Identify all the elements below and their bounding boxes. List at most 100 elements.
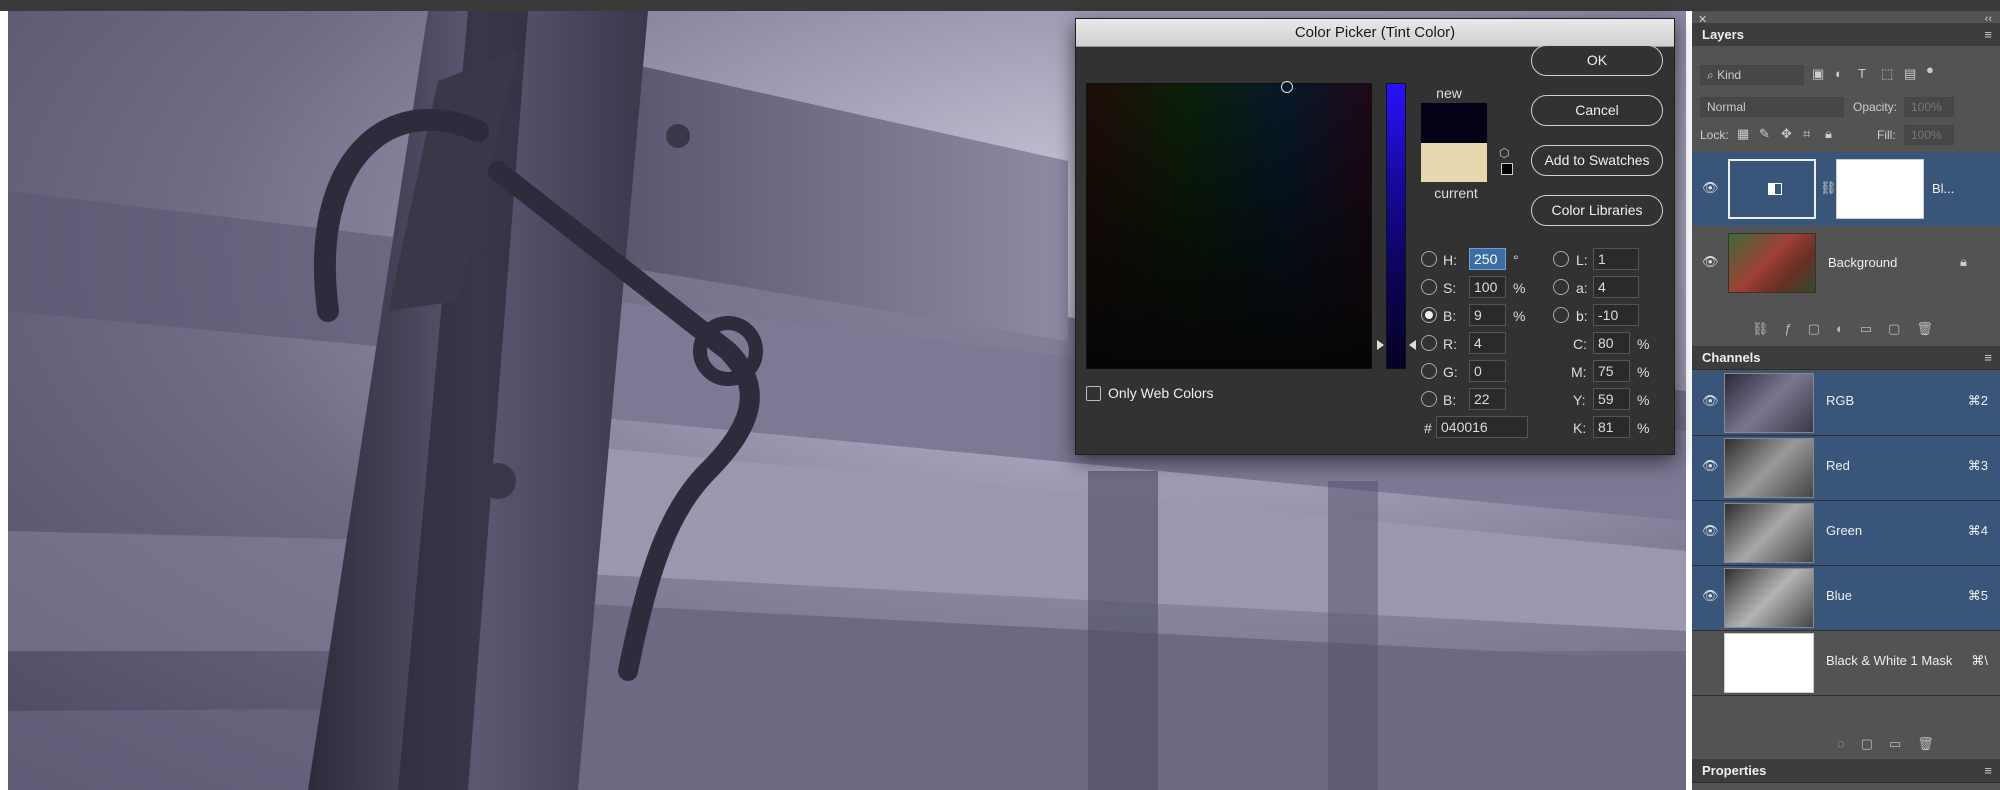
properties-panel-header[interactable]: Properties ≡ xyxy=(1692,759,2000,783)
input-m[interactable]: 75 xyxy=(1593,360,1630,382)
radio-g[interactable] xyxy=(1421,363,1437,379)
layer-row-background[interactable]: 👁︎ Background 🔒︎ xyxy=(1692,226,2000,300)
fill-input[interactable]: 100% xyxy=(1904,125,1954,145)
channel-row-mask[interactable]: Black & White 1 Mask ⌘\ xyxy=(1692,631,2000,696)
unit-b: % xyxy=(1513,308,1526,324)
filter-smart-object-icon[interactable]: ▤ xyxy=(1904,66,1916,82)
lock-move-icon[interactable]: ✥ xyxy=(1781,126,1792,142)
channel-shortcut: ⌘5 xyxy=(1967,588,1988,603)
input-blue[interactable]: 22 xyxy=(1469,388,1506,410)
layer-kind-filter[interactable]: ⌕ Kind xyxy=(1700,65,1804,85)
input-y[interactable]: 59 xyxy=(1593,388,1630,410)
current-color-swatch[interactable] xyxy=(1421,143,1487,182)
label-l: L: xyxy=(1576,252,1588,268)
properties-panel-menu-icon[interactable]: ≡ xyxy=(1984,759,1992,783)
input-r[interactable]: 4 xyxy=(1469,332,1506,354)
channels-footer-icons[interactable]: ◌▢▭🗑︎ xyxy=(1837,736,1997,752)
eye-icon[interactable]: 👁︎ xyxy=(1702,254,1719,270)
current-color-label: current xyxy=(1434,185,1478,201)
layer-name[interactable]: Bl... xyxy=(1932,181,1954,196)
label-s: S: xyxy=(1443,280,1457,296)
radio-a[interactable] xyxy=(1553,279,1569,295)
radio-r[interactable] xyxy=(1421,335,1437,351)
web-safe-swatch-icon[interactable] xyxy=(1501,163,1513,175)
layer-row-black-white[interactable]: 👁︎ ⛓︎ Bl... xyxy=(1692,152,2000,226)
eye-icon[interactable]: 👁︎ xyxy=(1702,523,1719,539)
input-l[interactable]: 1 xyxy=(1593,248,1639,270)
hue-slider-arrow-right[interactable] xyxy=(1409,340,1416,350)
input-lab-b[interactable]: -10 xyxy=(1593,304,1639,326)
channels-panel-menu-icon[interactable]: ≡ xyxy=(1984,346,1992,370)
radio-blue[interactable] xyxy=(1421,391,1437,407)
label-y: Y: xyxy=(1573,392,1586,408)
color-picker-dialog: Color Picker (Tint Color) new current ⬡ … xyxy=(1075,18,1675,455)
label-g: G: xyxy=(1443,364,1458,380)
channel-row-blue[interactable]: 👁︎ Blue ⌘5 xyxy=(1692,566,2000,631)
blend-mode-select[interactable]: Normal xyxy=(1700,97,1844,117)
layers-panel-title: Layers xyxy=(1702,27,1744,42)
dialog-title[interactable]: Color Picker (Tint Color) xyxy=(1076,19,1674,47)
input-h[interactable]: 250 xyxy=(1469,248,1506,270)
channel-thumb xyxy=(1724,503,1814,563)
eye-icon[interactable]: 👁︎ xyxy=(1702,393,1719,409)
fill-label: Fill: xyxy=(1877,128,1896,142)
eye-icon[interactable]: 👁︎ xyxy=(1702,458,1719,474)
eye-icon[interactable]: 👁︎ xyxy=(1702,180,1719,196)
channels-panel-header[interactable]: Channels ≡ xyxy=(1692,346,2000,370)
adjustment-layer-thumb xyxy=(1728,159,1816,219)
filter-toggle-icon[interactable]: ● xyxy=(1926,62,1934,77)
color-field[interactable] xyxy=(1086,81,1372,369)
opacity-label: Opacity: xyxy=(1853,100,1898,114)
filter-type-icon[interactable]: T xyxy=(1858,66,1866,81)
filter-adjustment-icon[interactable]: ◐ xyxy=(1835,66,1843,81)
channel-row-rgb[interactable]: 👁︎ RGB ⌘2 xyxy=(1692,371,2000,436)
channel-name: Red xyxy=(1826,458,1850,473)
lock-brush-icon[interactable]: ✎ xyxy=(1759,126,1770,142)
new-color-swatch xyxy=(1421,103,1487,143)
radio-b[interactable] xyxy=(1421,307,1437,323)
label-h: H: xyxy=(1443,252,1457,268)
ok-button[interactable]: OK xyxy=(1531,45,1663,76)
layers-footer-icons[interactable]: ⛓︎ƒ▢◐▭▢🗑︎ xyxy=(1752,321,1992,337)
label-k: K: xyxy=(1573,420,1587,436)
lock-all-icon[interactable]: 🔒︎ xyxy=(1825,126,1832,142)
layers-panel-menu-icon[interactable]: ≡ xyxy=(1984,23,1992,47)
layers-panel-header[interactable]: Layers ≡ xyxy=(1692,23,2000,47)
color-libraries-button[interactable]: Color Libraries xyxy=(1531,195,1663,226)
input-hex[interactable]: 040016 xyxy=(1436,416,1528,438)
hue-slider[interactable] xyxy=(1386,83,1406,369)
eye-icon[interactable]: 👁︎ xyxy=(1702,588,1719,604)
input-b[interactable]: 9 xyxy=(1469,304,1506,326)
cancel-button[interactable]: Cancel xyxy=(1531,95,1663,126)
radio-h[interactable] xyxy=(1421,251,1437,267)
lock-transparent-icon[interactable]: ▦ xyxy=(1737,126,1749,142)
label-m: M: xyxy=(1571,364,1587,380)
lock-label: Lock: xyxy=(1700,128,1729,142)
channel-row-green[interactable]: 👁︎ Green ⌘4 xyxy=(1692,501,2000,566)
mask-link-icon[interactable]: ⛓︎ xyxy=(1820,180,1837,196)
layer-mask-thumb[interactable] xyxy=(1836,159,1924,219)
lock-artboard-icon[interactable]: ⌗ xyxy=(1803,126,1810,142)
radio-l[interactable] xyxy=(1553,251,1569,267)
filter-pixel-icon[interactable]: ▣ xyxy=(1812,66,1824,82)
gamut-cube-icon[interactable]: ⬡ xyxy=(1499,146,1509,160)
color-field-cursor[interactable] xyxy=(1281,81,1293,93)
input-k[interactable]: 81 xyxy=(1593,416,1630,438)
add-to-swatches-button[interactable]: Add to Swatches xyxy=(1531,145,1663,176)
input-s[interactable]: 100 xyxy=(1469,276,1506,298)
channel-thumb xyxy=(1724,373,1814,433)
layer-name[interactable]: Background xyxy=(1828,255,1897,270)
input-a[interactable]: 4 xyxy=(1593,276,1639,298)
unit-y: % xyxy=(1637,392,1650,408)
filter-shape-icon[interactable]: ⬚ xyxy=(1881,66,1893,82)
layers-panel: ⌕ Kind ▣ ◐ T ⬚ ▤ ● Normal Opacity: 100% … xyxy=(1692,46,2000,316)
channel-shortcut: ⌘3 xyxy=(1967,458,1988,473)
radio-s[interactable] xyxy=(1421,279,1437,295)
hue-slider-arrow-left[interactable] xyxy=(1377,340,1384,350)
channel-row-red[interactable]: 👁︎ Red ⌘3 xyxy=(1692,436,2000,501)
opacity-input[interactable]: 100% xyxy=(1904,97,1954,117)
only-web-colors-checkbox[interactable] xyxy=(1086,386,1101,401)
radio-lab-b[interactable] xyxy=(1553,307,1569,323)
input-g[interactable]: 0 xyxy=(1469,360,1506,382)
input-c[interactable]: 80 xyxy=(1593,332,1630,354)
